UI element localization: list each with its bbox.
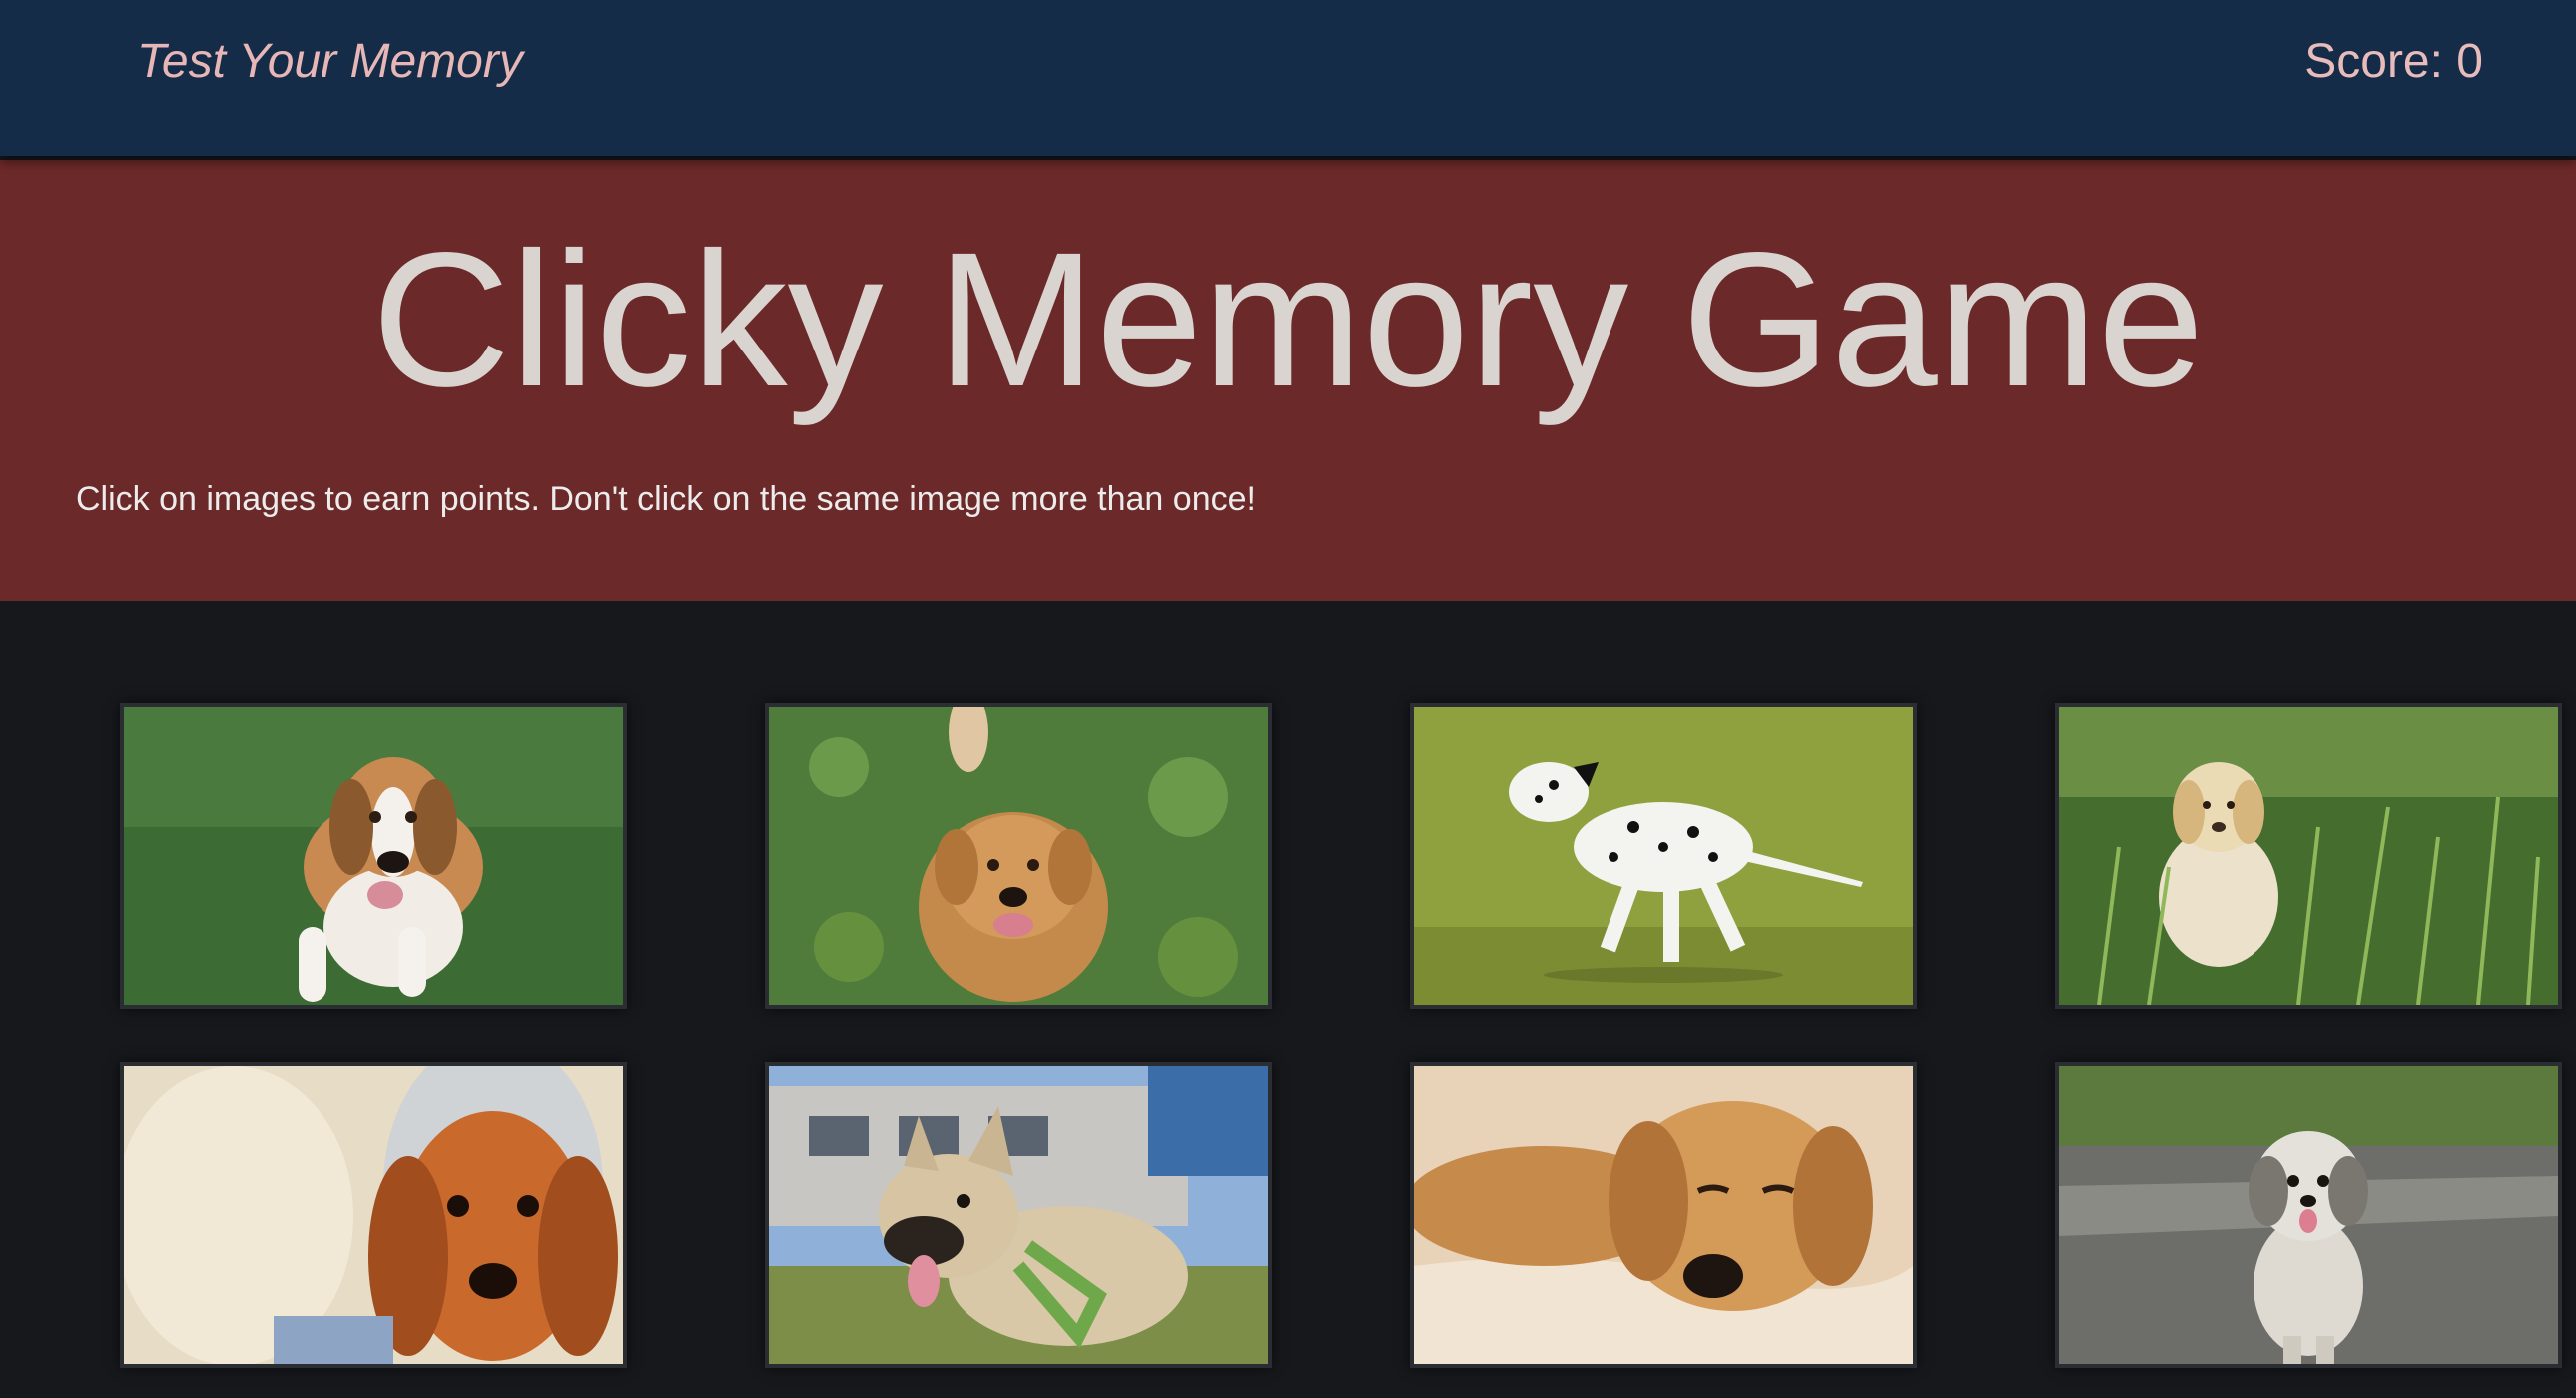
dog-card-labrador-puppy[interactable] [2055,703,2562,1009]
french-bulldog-image [769,1066,1268,1364]
golden-retriever-image [769,707,1268,1005]
shih-tzu-image [2059,1066,2558,1364]
dog-card-golden-puppy[interactable] [1410,1062,1917,1368]
dog-card-dalmatian[interactable] [1410,703,1917,1009]
labrador-puppy-image [2059,707,2558,1005]
dog-card-beagle[interactable] [120,703,627,1009]
image-grid [0,601,2576,1398]
score-display: Score: 0 [2304,35,2483,88]
dog-card-french-bulldog[interactable] [765,1062,1272,1368]
dog-card-shih-tzu[interactable] [2055,1062,2562,1368]
dog-card-cocker-spaniel[interactable] [120,1062,627,1368]
jumbotron: Clicky Memory Game Click on images to ea… [0,160,2576,601]
dog-card-golden-retriever[interactable] [765,703,1272,1009]
dalmatian-image [1414,707,1913,1005]
beagle-image [124,707,623,1005]
page-title: Clicky Memory Game [371,212,2205,426]
navbar: Test Your Memory Score: 0 [0,0,2576,156]
golden-puppy-image [1414,1066,1913,1364]
instructions-text: Click on images to earn points. Don't cl… [76,480,1256,518]
cocker-spaniel-image [124,1066,623,1364]
brand-title[interactable]: Test Your Memory [137,30,523,94]
